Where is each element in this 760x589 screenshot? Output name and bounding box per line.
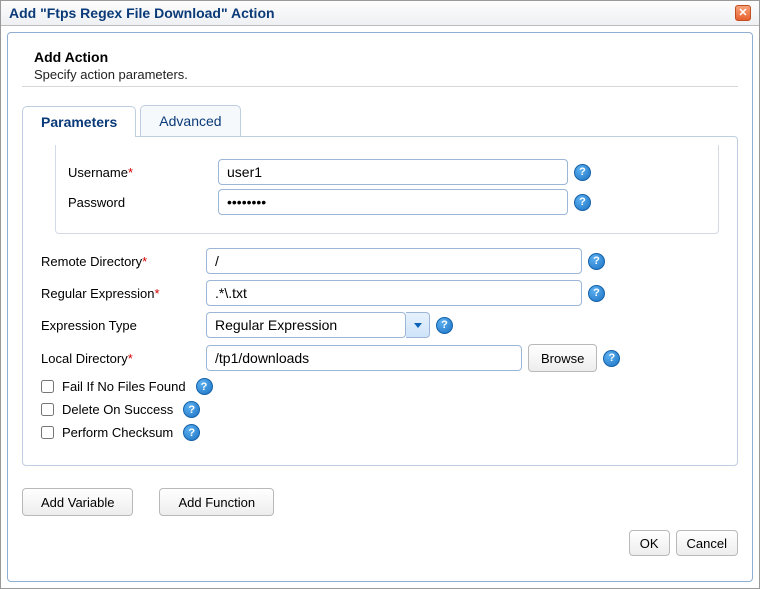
footer-button-row: OK Cancel <box>22 530 738 556</box>
label-local-directory: Local Directory* <box>41 351 206 366</box>
label-remote-directory: Remote Directory* <box>41 254 206 269</box>
help-icon[interactable]: ? <box>183 424 200 441</box>
chevron-down-icon <box>414 323 422 328</box>
help-icon[interactable]: ? <box>436 317 453 334</box>
row-perform-checksum: Perform Checksum ? <box>41 424 719 441</box>
dialog-window: Add "Ftps Regex File Download" Action ✕ … <box>0 0 760 589</box>
expression-type-select[interactable] <box>206 312 430 338</box>
tab-panel-parameters: Username* ? Password ? <box>22 136 738 466</box>
fail-if-no-files-checkbox[interactable] <box>41 380 54 393</box>
ok-button[interactable]: OK <box>629 530 670 556</box>
help-icon[interactable]: ? <box>588 285 605 302</box>
expression-type-dropdown-button[interactable] <box>406 312 430 338</box>
add-variable-button[interactable]: Add Variable <box>22 488 133 516</box>
section-header: Add Action Specify action parameters. <box>34 49 738 82</box>
credentials-panel: Username* ? Password ? <box>55 145 719 234</box>
label-delete-on-success: Delete On Success <box>62 402 173 417</box>
password-input[interactable] <box>218 189 568 215</box>
outer-panel: Add Action Specify action parameters. Pa… <box>7 32 753 582</box>
titlebar: Add "Ftps Regex File Download" Action ✕ <box>1 1 759 26</box>
label-fail-if-no-files: Fail If No Files Found <box>62 379 186 394</box>
perform-checksum-checkbox[interactable] <box>41 426 54 439</box>
row-expression-type: Expression Type ? <box>41 312 719 338</box>
row-password: Password ? <box>68 189 706 215</box>
label-username: Username* <box>68 165 218 180</box>
close-button[interactable]: ✕ <box>735 5 751 21</box>
help-icon[interactable]: ? <box>196 378 213 395</box>
tab-row: Parameters Advanced <box>22 105 738 136</box>
help-icon[interactable]: ? <box>603 350 620 367</box>
divider <box>22 86 738 87</box>
regular-expression-input[interactable] <box>206 280 582 306</box>
help-icon[interactable]: ? <box>588 253 605 270</box>
tabs: Parameters Advanced Username* ? <box>22 105 738 466</box>
dialog-body: Add Action Specify action parameters. Pa… <box>1 26 759 588</box>
help-icon[interactable]: ? <box>183 401 200 418</box>
add-function-button[interactable]: Add Function <box>159 488 274 516</box>
bottom-button-row: Add Variable Add Function <box>22 488 738 516</box>
help-icon[interactable]: ? <box>574 194 591 211</box>
row-local-directory: Local Directory* Browse ? <box>41 344 719 372</box>
remote-directory-input[interactable] <box>206 248 582 274</box>
label-perform-checksum: Perform Checksum <box>62 425 173 440</box>
required-marker: * <box>128 351 133 366</box>
expression-type-value[interactable] <box>206 312 406 338</box>
cancel-button[interactable]: Cancel <box>676 530 738 556</box>
delete-on-success-checkbox[interactable] <box>41 403 54 416</box>
row-remote-directory: Remote Directory* ? <box>41 248 719 274</box>
row-delete-on-success: Delete On Success ? <box>41 401 719 418</box>
tab-advanced[interactable]: Advanced <box>140 105 240 136</box>
label-regular-expression: Regular Expression* <box>41 286 206 301</box>
section-title: Add Action <box>34 49 738 65</box>
label-password: Password <box>68 195 218 210</box>
required-marker: * <box>128 165 133 180</box>
row-regular-expression: Regular Expression* ? <box>41 280 719 306</box>
tab-parameters[interactable]: Parameters <box>22 106 136 137</box>
label-expression-type: Expression Type <box>41 318 206 333</box>
required-marker: * <box>142 254 147 269</box>
row-username: Username* ? <box>68 159 706 185</box>
browse-button[interactable]: Browse <box>528 344 597 372</box>
help-icon[interactable]: ? <box>574 164 591 181</box>
row-fail-if-no-files: Fail If No Files Found ? <box>41 378 719 395</box>
local-directory-input[interactable] <box>206 345 522 371</box>
close-icon: ✕ <box>738 8 747 19</box>
required-marker: * <box>154 286 159 301</box>
username-input[interactable] <box>218 159 568 185</box>
window-title: Add "Ftps Regex File Download" Action <box>9 5 275 21</box>
section-subtitle: Specify action parameters. <box>34 67 738 82</box>
